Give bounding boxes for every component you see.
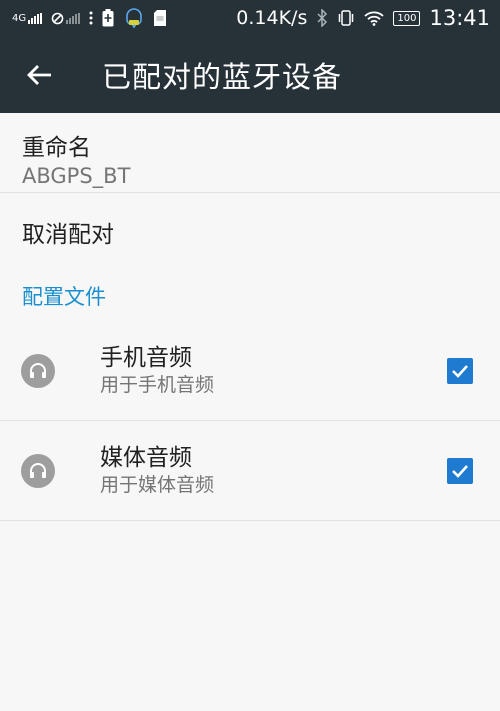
- profiles-section-title: 配置文件: [22, 285, 106, 309]
- rename-label: 重命名: [22, 135, 91, 161]
- battery-charge-icon: [102, 9, 114, 27]
- unpair-row[interactable]: 取消配对: [0, 193, 500, 271]
- network-type: 4G: [12, 12, 27, 24]
- profile-subtitle: 用于媒体音频: [100, 473, 215, 496]
- device-name: ABGPS_BT: [22, 164, 131, 188]
- app-bar: 已配对的蓝牙设备: [0, 36, 500, 113]
- unpair-label: 取消配对: [22, 222, 114, 248]
- back-arrow-icon: [27, 64, 51, 85]
- profiles-section-header: 配置文件: [0, 271, 500, 321]
- headset-icon: [21, 453, 55, 488]
- signal-2-icon: [66, 12, 81, 24]
- sd-card-icon: [154, 10, 167, 26]
- vibrate-icon: [339, 10, 354, 26]
- profile-title: 媒体音频: [100, 444, 192, 471]
- phone-audio-checkbox[interactable]: [447, 357, 473, 384]
- checkmark-icon: [452, 364, 468, 378]
- clock: 13:41: [429, 6, 490, 30]
- rename-row[interactable]: 重命名 ABGPS_BT: [0, 113, 500, 193]
- back-button[interactable]: [0, 45, 78, 105]
- bluetooth-icon: [317, 9, 328, 27]
- top-bar: 4G 0.14K/s 100 13:41 已配对的蓝牙设备: [0, 0, 500, 113]
- profile-subtitle: 用于手机音频: [100, 373, 215, 396]
- no-sim-icon: [51, 12, 64, 24]
- checkmark-icon: [452, 464, 468, 478]
- wifi-icon: [364, 11, 384, 26]
- media-audio-checkbox[interactable]: [447, 457, 473, 484]
- page-title: 已配对的蓝牙设备: [102, 59, 343, 94]
- profile-phone-audio[interactable]: 手机音频 用于手机音频: [0, 321, 500, 421]
- more-notifications-icon: [89, 11, 93, 25]
- chat-app-icon: [126, 8, 142, 29]
- signal-icon: [28, 12, 43, 24]
- profile-title: 手机音频: [100, 344, 192, 371]
- headset-icon: [21, 353, 55, 388]
- profile-media-audio[interactable]: 媒体音频 用于媒体音频: [0, 421, 500, 521]
- network-speed: 0.14K/s: [236, 7, 308, 29]
- status-bar: 4G 0.14K/s 100 13:41: [0, 0, 500, 36]
- battery-icon: 100: [393, 10, 421, 26]
